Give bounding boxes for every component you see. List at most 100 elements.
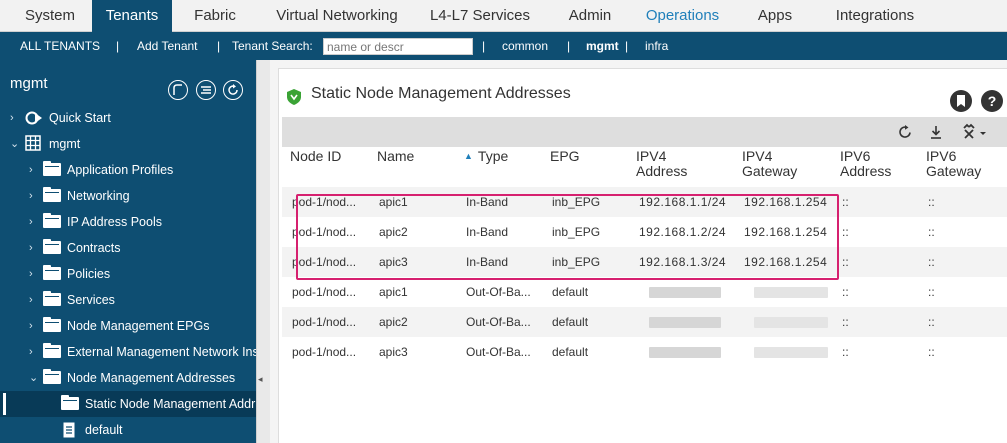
cell-type: Out-Of-Ba... — [466, 345, 531, 359]
column-header-ipv6-address[interactable]: IPV6 Address — [840, 149, 920, 179]
tree-item-policies[interactable]: › Policies — [0, 261, 256, 287]
redacted-ipv4-gateway — [754, 287, 828, 298]
tab-l4-l7-services[interactable]: L4-L7 Services — [420, 0, 540, 32]
cell-ipv6-gateway: :: — [928, 255, 935, 269]
tree-item-mgmt[interactable]: ⌄ mgmt — [0, 131, 256, 157]
table-row[interactable]: pod-1/nod... apic1 In-Band inb_EPG 192.1… — [282, 187, 1007, 217]
separator: | — [482, 39, 486, 53]
tree-item-label: Networking — [67, 189, 130, 203]
column-header-type[interactable]: ▲ Type — [464, 149, 508, 164]
top-nav: System Tenants Fabric Virtual Networking… — [0, 0, 1007, 32]
tree-item-label: Quick Start — [49, 111, 111, 125]
tree-item-external-management-network[interactable]: › External Management Network Ins — [0, 339, 256, 365]
tab-admin[interactable]: Admin — [555, 0, 625, 32]
table-row[interactable]: pod-1/nod... apic1 Out-Of-Ba... default … — [282, 277, 1007, 307]
column-header-node-id[interactable]: Node ID — [290, 149, 341, 164]
tree-item-quick-start[interactable]: › Quick Start — [0, 105, 256, 131]
column-header-ipv4-gateway[interactable]: IPV4 Gateway — [742, 149, 822, 179]
help-icon[interactable]: ? — [981, 90, 1003, 112]
chevron-right-icon[interactable]: › — [29, 235, 41, 261]
all-tenants-link[interactable]: ALL TENANTS — [20, 32, 100, 60]
refresh-icon[interactable] — [223, 80, 243, 100]
folder-icon — [43, 161, 61, 176]
separator: | — [625, 39, 629, 53]
chevron-right-icon[interactable]: › — [29, 339, 41, 365]
tenant-search-input[interactable] — [323, 38, 473, 55]
tree-item-ip-address-pools[interactable]: › IP Address Pools — [0, 209, 256, 235]
header-label: Type — [477, 148, 509, 164]
download-icon[interactable] — [928, 123, 944, 141]
tenant-grid-icon — [25, 135, 41, 151]
add-tenant-link[interactable]: Add Tenant — [137, 32, 198, 60]
cell-node-id: pod-1/nod... — [292, 285, 357, 299]
shield-icon — [287, 89, 301, 105]
table-row[interactable]: pod-1/nod... apic2 In-Band inb_EPG 192.1… — [282, 217, 1007, 247]
redacted-ipv4-gateway — [754, 347, 828, 358]
table-row[interactable]: pod-1/nod... apic3 In-Band inb_EPG 192.1… — [282, 247, 1007, 277]
tree-item-label: Application Profiles — [67, 163, 174, 177]
cell-ipv4-gateway: 192.168.1.254 — [744, 195, 828, 209]
tab-apps[interactable]: Apps — [745, 0, 805, 32]
cell-epg: inb_EPG — [552, 255, 601, 269]
tab-fabric[interactable]: Fabric — [180, 0, 250, 32]
cell-ipv6-address: :: — [842, 225, 849, 239]
tenant-mgmt-link[interactable]: mgmt — [586, 32, 619, 60]
chevron-down-icon[interactable]: ⌄ — [10, 131, 22, 157]
list-view-icon[interactable] — [196, 80, 216, 100]
tab-virtual-networking[interactable]: Virtual Networking — [262, 0, 412, 32]
tab-tenants[interactable]: Tenants — [92, 0, 172, 32]
sort-ascending-icon: ▲ — [464, 151, 473, 161]
cell-type: Out-Of-Ba... — [466, 285, 531, 299]
tree-item-static-node-management-addresses[interactable]: Static Node Management Addr — [0, 391, 256, 417]
folder-icon — [43, 187, 61, 202]
folder-icon — [43, 265, 61, 280]
cell-ipv6-address: :: — [842, 255, 849, 269]
chevron-right-icon[interactable]: › — [29, 313, 41, 339]
chevron-right-icon[interactable]: › — [29, 287, 41, 313]
chevron-right-icon[interactable]: › — [10, 105, 22, 131]
tree-item-default[interactable]: default — [0, 417, 256, 443]
cell-epg: default — [552, 315, 589, 329]
bookmark-icon[interactable] — [950, 90, 972, 112]
tree-item-node-management-addresses[interactable]: ⌄ Node Management Addresses — [0, 365, 256, 391]
tab-integrations[interactable]: Integrations — [820, 0, 930, 32]
chevron-down-icon[interactable]: ⌄ — [29, 365, 41, 391]
tree-item-services[interactable]: › Services — [0, 287, 256, 313]
collapse-handle-icon[interactable]: ◂ — [258, 374, 263, 384]
tree-item-node-management-epgs[interactable]: › Node Management EPGs — [0, 313, 256, 339]
folder-icon — [43, 317, 61, 332]
tab-operations[interactable]: Operations — [635, 0, 730, 32]
tree-item-networking[interactable]: › Networking — [0, 183, 256, 209]
tenant-subnav: ALL TENANTS | Add Tenant | Tenant Search… — [0, 32, 1007, 60]
cell-node-id: pod-1/nod... — [292, 315, 357, 329]
table-row[interactable]: pod-1/nod... apic3 Out-Of-Ba... default … — [282, 337, 1007, 367]
tree-item-application-profiles[interactable]: › Application Profiles — [0, 157, 256, 183]
tree-item-label: default — [85, 423, 123, 437]
table-toolbar — [282, 117, 1007, 147]
table-row[interactable]: pod-1/nod... apic2 Out-Of-Ba... default … — [282, 307, 1007, 337]
cell-epg: inb_EPG — [552, 225, 601, 239]
column-header-ipv6-gateway[interactable]: IPV6 Gateway — [926, 149, 1006, 179]
chevron-right-icon[interactable]: › — [29, 261, 41, 287]
tenant-action-icon[interactable] — [168, 80, 188, 100]
tab-system[interactable]: System — [0, 0, 100, 32]
cell-ipv6-address: :: — [842, 315, 849, 329]
tenant-infra-link[interactable]: infra — [645, 32, 668, 60]
tools-menu-icon[interactable] — [962, 123, 990, 141]
navigation-sidebar: mgmt › Quick Start ⌄ mgmt › Application … — [0, 60, 256, 443]
cell-name: apic3 — [379, 255, 408, 269]
column-header-epg[interactable]: EPG — [550, 149, 580, 164]
chevron-right-icon[interactable]: › — [29, 209, 41, 235]
column-header-ipv4-address[interactable]: IPV4 Address — [636, 149, 716, 179]
refresh-icon[interactable] — [897, 123, 913, 141]
cell-ipv4-gateway: 192.168.1.254 — [744, 255, 828, 269]
chevron-right-icon[interactable]: › — [29, 183, 41, 209]
cell-node-id: pod-1/nod... — [292, 195, 357, 209]
panel-splitter[interactable]: ◂ — [256, 60, 270, 443]
redacted-ipv4-address — [649, 287, 721, 298]
tenant-common-link[interactable]: common — [502, 32, 548, 60]
cell-name: apic1 — [379, 195, 408, 209]
column-header-name[interactable]: Name — [377, 149, 414, 164]
chevron-right-icon[interactable]: › — [29, 157, 41, 183]
tree-item-contracts[interactable]: › Contracts — [0, 235, 256, 261]
